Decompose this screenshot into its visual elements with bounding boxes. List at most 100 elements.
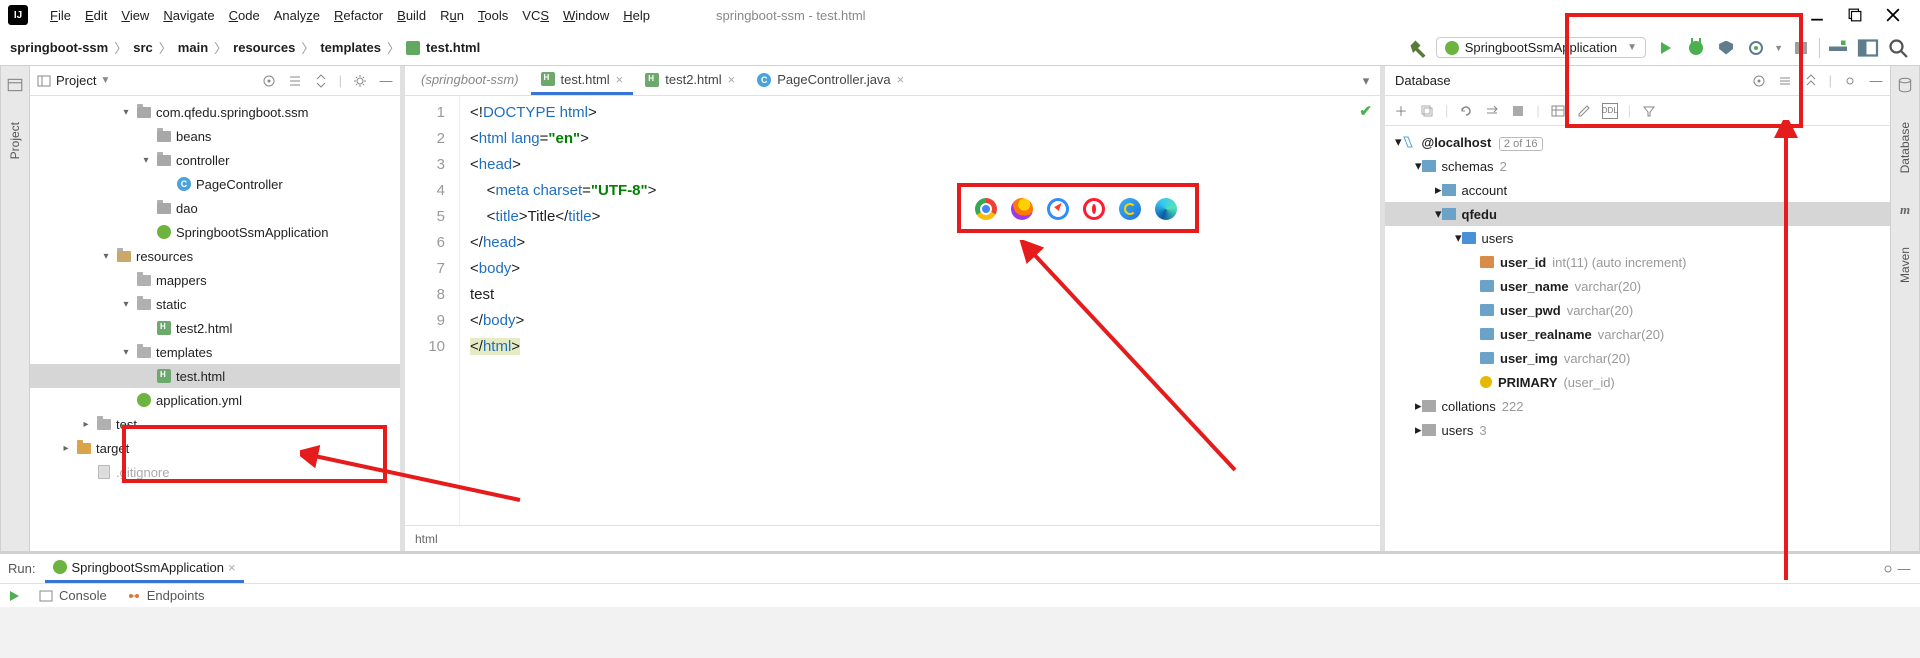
db-tree-item[interactable]: user_pwdvarchar(20) [1385, 298, 1890, 322]
maven-tool-icon[interactable]: m [1896, 201, 1914, 219]
tree-item[interactable]: test2.html [30, 316, 400, 340]
tab-test2-html[interactable]: test2.html× [635, 67, 745, 95]
menu-file[interactable]: File [44, 6, 77, 25]
select-opened-file-button[interactable] [261, 73, 277, 89]
edit-button[interactable] [1576, 103, 1592, 119]
build-button[interactable] [1408, 38, 1428, 58]
maven-tool-tab[interactable]: Maven [1896, 239, 1914, 291]
tree-item[interactable]: application.yml [30, 388, 400, 412]
db-tree-item[interactable]: ▾@localhost 2 of 16 [1385, 130, 1890, 154]
db-tree-item[interactable]: PRIMARY(user_id) [1385, 370, 1890, 394]
close-button[interactable] [1886, 8, 1900, 22]
menu-navigate[interactable]: Navigate [157, 6, 220, 25]
run-configuration-selector[interactable]: SpringbootSsmApplication ▼ [1436, 37, 1646, 58]
menu-help[interactable]: Help [617, 6, 656, 25]
settings-gear-icon[interactable] [1842, 73, 1858, 89]
tree-item[interactable]: CPageController [30, 172, 400, 196]
menu-run[interactable]: Run [434, 6, 470, 25]
search-everywhere-button[interactable] [1886, 36, 1910, 60]
tree-item[interactable]: ▾resources [30, 244, 400, 268]
filter-button[interactable] [1641, 103, 1657, 119]
run-tab[interactable]: SpringbootSsmApplication × [45, 555, 243, 583]
settings-gear-icon[interactable] [352, 73, 368, 89]
stop-button[interactable] [1789, 36, 1813, 60]
table-button[interactable] [1550, 103, 1566, 119]
menu-vcs[interactable]: VCS [516, 6, 555, 25]
db-tree-item[interactable]: ▸account [1385, 178, 1890, 202]
db-tree-item[interactable]: user_namevarchar(20) [1385, 274, 1890, 298]
tree-item[interactable]: ▸test [30, 412, 400, 436]
breadcrumb[interactable]: springboot-ssm 〉src 〉main 〉resources 〉te… [10, 38, 480, 57]
db-tree-item[interactable]: ▸users3 [1385, 418, 1890, 442]
tab-test-html[interactable]: test.html× [531, 67, 634, 95]
ie-icon[interactable] [1119, 198, 1141, 220]
tree-item[interactable]: mappers [30, 268, 400, 292]
collapse-button[interactable] [1803, 73, 1819, 89]
chrome-icon[interactable] [975, 198, 997, 220]
breadcrumb-bar[interactable]: html [405, 525, 1380, 551]
menu-analyze[interactable]: Analyze [268, 6, 326, 25]
menu-build[interactable]: Build [391, 6, 432, 25]
database-tree[interactable]: ▾@localhost 2 of 16▾schemas2▸account▾qfe… [1385, 126, 1890, 551]
debug-button[interactable] [1684, 36, 1708, 60]
opera-icon[interactable] [1083, 198, 1105, 220]
close-tab-icon[interactable]: × [616, 72, 624, 87]
console-tab[interactable]: Console [39, 588, 107, 603]
db-tree-item[interactable]: ▾users [1385, 226, 1890, 250]
hide-panel-button[interactable]: — [378, 73, 394, 89]
db-tree-item[interactable]: user_imgvarchar(20) [1385, 346, 1890, 370]
sync-button[interactable] [1484, 103, 1500, 119]
db-tree-item[interactable]: user_realnamevarchar(20) [1385, 322, 1890, 346]
firefox-icon[interactable] [1011, 198, 1033, 220]
minimize-button[interactable] [1810, 8, 1824, 22]
close-tab-icon[interactable]: × [228, 560, 236, 575]
maximize-button[interactable] [1848, 8, 1862, 22]
menu-tools[interactable]: Tools [472, 6, 514, 25]
profiler-button[interactable] [1744, 36, 1768, 60]
edge-icon[interactable] [1155, 198, 1177, 220]
update-button[interactable] [1826, 36, 1850, 60]
tab-module[interactable]: (springboot-ssm) [411, 67, 529, 95]
breadcrumb-root[interactable]: springboot-ssm [10, 40, 108, 55]
collapse-all-button[interactable] [313, 73, 329, 89]
database-tool-tab[interactable]: Database [1896, 114, 1914, 181]
close-tab-icon[interactable]: × [728, 72, 736, 87]
ddl-button[interactable]: DDL [1602, 103, 1618, 119]
db-tree-item[interactable]: ▾schemas2 [1385, 154, 1890, 178]
menu-code[interactable]: Code [223, 6, 266, 25]
chevron-down-icon[interactable]: ▼ [100, 75, 110, 86]
tree-item[interactable]: beans [30, 124, 400, 148]
tree-item[interactable]: dao [30, 196, 400, 220]
chevron-down-icon[interactable]: ▼ [1774, 43, 1783, 53]
locate-button[interactable] [1751, 73, 1767, 89]
hide-panel-button[interactable]: — [1896, 561, 1912, 577]
menu-window[interactable]: Window [557, 6, 615, 25]
db-tree-item[interactable]: ▸collations222 [1385, 394, 1890, 418]
tree-item[interactable]: test.html [30, 364, 400, 388]
hide-panel-button[interactable]: — [1868, 73, 1884, 89]
menu-edit[interactable]: Edit [79, 6, 113, 25]
project-tool-icon[interactable] [6, 76, 24, 94]
tab-list-button[interactable]: ▾ [1358, 73, 1374, 89]
close-tab-icon[interactable]: × [897, 72, 905, 87]
stop-button[interactable] [1510, 103, 1526, 119]
menu-view[interactable]: View [115, 6, 155, 25]
safari-icon[interactable] [1047, 198, 1069, 220]
endpoints-tab[interactable]: Endpoints [127, 588, 205, 603]
tree-item[interactable]: ▾static [30, 292, 400, 316]
coverage-button[interactable] [1714, 36, 1738, 60]
analysis-ok-icon[interactable]: ✔ [1359, 102, 1372, 120]
menu-refactor[interactable]: Refactor [328, 6, 389, 25]
layout-button[interactable] [1856, 36, 1880, 60]
run-button[interactable] [1654, 36, 1678, 60]
db-tree-item[interactable]: ▾qfedu [1385, 202, 1890, 226]
expand-button[interactable] [1777, 73, 1793, 89]
rerun-button[interactable] [10, 591, 19, 601]
tree-item[interactable]: ▾controller [30, 148, 400, 172]
refresh-button[interactable] [1458, 103, 1474, 119]
tree-item[interactable]: ▾com.qfedu.springboot.ssm [30, 100, 400, 124]
duplicate-button[interactable] [1419, 103, 1435, 119]
tab-pagecontroller[interactable]: CPageController.java× [747, 67, 914, 95]
database-tool-icon[interactable] [1896, 76, 1914, 94]
db-tree-item[interactable]: user_idint(11) (auto increment) [1385, 250, 1890, 274]
